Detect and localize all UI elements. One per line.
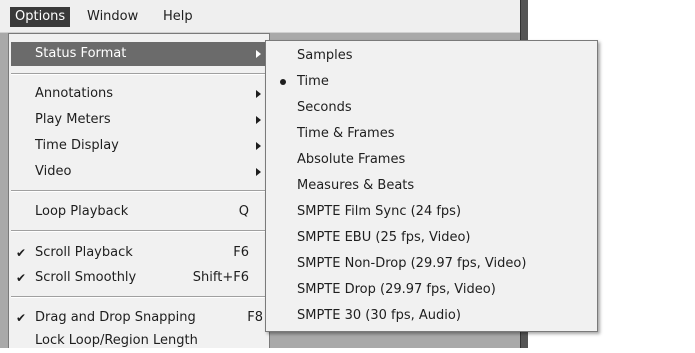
submenu-item-time-frames[interactable]: Time & Frames bbox=[268, 121, 593, 147]
submenu-item-label: Absolute Frames bbox=[297, 152, 406, 167]
menu-item-label: Status Format bbox=[35, 46, 127, 61]
menu-item-scroll-playback[interactable]: ✔ Scroll Playback F6 bbox=[11, 241, 267, 265]
check-icon: ✔ bbox=[16, 246, 27, 260]
shortcut-label: Q bbox=[238, 204, 249, 219]
menu-separator bbox=[11, 296, 267, 298]
status-format-submenu: Samples Time Seconds Time & Frames Absol… bbox=[265, 40, 598, 332]
shortcut-label: Shift+F6 bbox=[192, 270, 249, 285]
check-icon: ✔ bbox=[16, 271, 27, 285]
submenu-item-smpte-drop[interactable]: SMPTE Drop (29.97 fps, Video) bbox=[268, 277, 593, 303]
menu-item-video[interactable]: Video bbox=[11, 160, 267, 184]
menu-item-label: Time Display bbox=[35, 138, 119, 153]
submenu-item-time[interactable]: Time bbox=[268, 69, 593, 95]
submenu-arrow-icon bbox=[256, 90, 261, 98]
menu-window[interactable]: Window bbox=[82, 7, 143, 27]
menu-item-annotations[interactable]: Annotations bbox=[11, 82, 267, 106]
menu-help[interactable]: Help bbox=[158, 7, 198, 27]
submenu-item-absolute-frames[interactable]: Absolute Frames bbox=[268, 147, 593, 173]
submenu-item-label: SMPTE EBU (25 fps, Video) bbox=[297, 230, 471, 245]
submenu-item-label: SMPTE Drop (29.97 fps, Video) bbox=[297, 282, 496, 297]
submenu-arrow-icon bbox=[256, 168, 261, 176]
menu-item-label: Drag and Drop Snapping bbox=[35, 310, 196, 325]
submenu-item-label: Time & Frames bbox=[297, 126, 395, 141]
menu-item-status-format[interactable]: Status Format bbox=[11, 42, 267, 66]
menu-item-label: Scroll Smoothly bbox=[35, 270, 137, 285]
submenu-arrow-icon bbox=[256, 116, 261, 124]
submenu-item-measures-beats[interactable]: Measures & Beats bbox=[268, 173, 593, 199]
menu-item-label: Video bbox=[35, 164, 72, 179]
menu-item-label: Loop Playback bbox=[35, 204, 129, 219]
menu-separator bbox=[11, 73, 267, 75]
submenu-item-samples[interactable]: Samples bbox=[268, 43, 593, 69]
menu-bar: Options Window Help bbox=[0, 0, 520, 33]
menu-item-loop-playback[interactable]: Loop Playback Q bbox=[11, 200, 267, 224]
check-icon: ✔ bbox=[16, 311, 27, 325]
options-menu: Status Format Annotations Play Meters Ti… bbox=[8, 33, 270, 348]
menu-item-lock-loop-region-length[interactable]: Lock Loop/Region Length bbox=[11, 329, 267, 353]
menu-item-label: Lock Loop/Region Length bbox=[35, 333, 198, 348]
submenu-item-label: SMPTE Non-Drop (29.97 fps, Video) bbox=[297, 256, 527, 271]
submenu-item-label: SMPTE Film Sync (24 fps) bbox=[297, 204, 462, 219]
submenu-arrow-icon bbox=[256, 142, 261, 150]
submenu-item-smpte-ebu[interactable]: SMPTE EBU (25 fps, Video) bbox=[268, 225, 593, 251]
submenu-item-label: Samples bbox=[297, 48, 353, 63]
shortcut-label: F6 bbox=[233, 245, 249, 260]
submenu-item-label: Measures & Beats bbox=[297, 178, 415, 193]
submenu-arrow-icon bbox=[256, 50, 261, 58]
submenu-item-label: Seconds bbox=[297, 100, 352, 115]
menu-separator bbox=[11, 190, 267, 192]
submenu-item-smpte-30[interactable]: SMPTE 30 (30 fps, Audio) bbox=[268, 303, 593, 329]
menu-item-label: Scroll Playback bbox=[35, 245, 133, 260]
menu-item-time-display[interactable]: Time Display bbox=[11, 134, 267, 158]
submenu-item-label: SMPTE 30 (30 fps, Audio) bbox=[297, 308, 461, 323]
shortcut-label: F8 bbox=[247, 310, 263, 325]
menu-item-label: Annotations bbox=[35, 86, 114, 101]
submenu-item-label: Time bbox=[297, 74, 329, 89]
submenu-item-seconds[interactable]: Seconds bbox=[268, 95, 593, 121]
menu-item-play-meters[interactable]: Play Meters bbox=[11, 108, 267, 132]
menu-item-drag-drop-snapping[interactable]: ✔ Drag and Drop Snapping F8 bbox=[11, 306, 267, 330]
radio-bullet-icon bbox=[280, 79, 286, 85]
menu-options[interactable]: Options bbox=[10, 7, 71, 27]
menu-item-scroll-smoothly[interactable]: ✔ Scroll Smoothly Shift+F6 bbox=[11, 266, 267, 290]
submenu-item-smpte-film-sync[interactable]: SMPTE Film Sync (24 fps) bbox=[268, 199, 593, 225]
menu-item-label: Play Meters bbox=[35, 112, 111, 127]
submenu-item-smpte-non-drop[interactable]: SMPTE Non-Drop (29.97 fps, Video) bbox=[268, 251, 593, 277]
menu-separator bbox=[11, 230, 267, 232]
